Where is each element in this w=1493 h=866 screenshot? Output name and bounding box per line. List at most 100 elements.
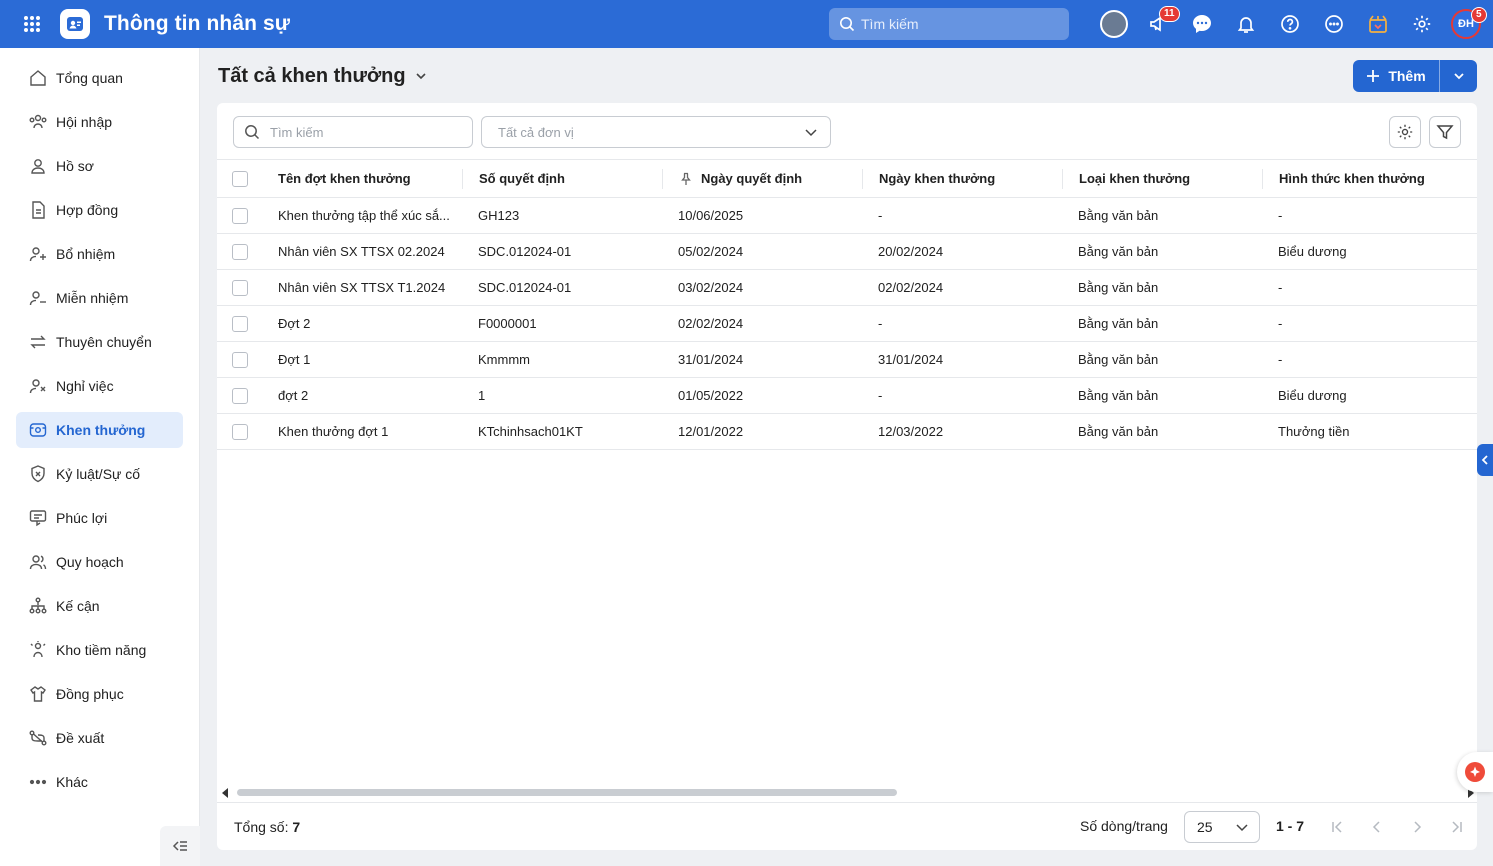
next-page-button[interactable] [1397, 815, 1437, 839]
sidebar-item-6[interactable]: Thuyên chuyển [16, 324, 183, 360]
add-dropdown-button[interactable] [1440, 69, 1477, 83]
column-settings-button[interactable] [1389, 116, 1421, 148]
table-row[interactable]: Khen thưởng đợt 1 KTchinhsach01KT 12/01/20… [217, 413, 1477, 450]
table-row[interactable]: Nhân viên SX TTSX 02.2024 SDC.012024-01 05… [217, 233, 1477, 270]
sidebar-item-14[interactable]: Đồng phục [16, 676, 183, 712]
table-cell: Bằng văn bản [1078, 316, 1159, 331]
horizontal-scrollbar[interactable] [217, 785, 1477, 799]
table-row[interactable]: Đợt 2 F0000001 02/02/2024 - Bằng văn bản - [217, 305, 1477, 342]
table-row[interactable]: đợt 2 1 01/05/2022 - Bằng văn bản Biểu dương [217, 377, 1477, 414]
total-label: Tổng số: [234, 818, 289, 835]
table-cell: Khen thưởng tập thể xúc sắ... [278, 208, 450, 223]
sidebar-item-3[interactable]: Hợp đồng [16, 192, 183, 228]
sidebar-item-label: Kho tiềm năng [56, 642, 147, 658]
table-row[interactable]: Khen thưởng tập thể xúc sắ... GH123 10/06/… [217, 197, 1477, 234]
table-cell: 12/01/2022 [678, 424, 744, 439]
rows-per-page-select[interactable]: 25 [1184, 811, 1260, 843]
table-cell: - [1278, 208, 1283, 223]
table-cell: F0000001 [478, 316, 537, 331]
column-header-reward-type[interactable]: Loại khen thưởng [1062, 168, 1262, 189]
sidebar-item-label: Hợp đồng [56, 202, 119, 218]
talent-icon [28, 640, 48, 660]
column-header-decision-date[interactable]: Ngày quyết định [662, 168, 862, 189]
global-search-input[interactable]: Tìm kiếm [829, 8, 1069, 40]
first-page-button[interactable] [1317, 815, 1357, 839]
sidebar-item-13[interactable]: Kho tiềm năng [16, 632, 183, 668]
row-checkbox[interactable] [232, 315, 248, 332]
table-footer: Tổng số: 7 Số dòng/trang 25 1 - 7 [217, 802, 1477, 850]
reward-icon [28, 420, 48, 440]
row-checkbox[interactable] [232, 387, 248, 404]
user-avatar-button[interactable] [1092, 0, 1136, 48]
expand-right-panel-button[interactable] [1477, 444, 1493, 476]
sidebar-item-11[interactable]: Quy hoạch [16, 544, 183, 580]
settings-button[interactable] [1400, 0, 1444, 48]
page-range: 1 - 7 [1276, 818, 1305, 834]
sidebar-item-10[interactable]: Phúc lợi [16, 500, 183, 536]
chat-button[interactable] [1180, 0, 1224, 48]
sidebar-item-9[interactable]: Kỷ luật/Sự cố [16, 456, 183, 492]
chevron-down-icon [1453, 73, 1464, 80]
row-checkbox[interactable] [232, 243, 248, 260]
sidebar-item-12[interactable]: Kế cận [16, 588, 183, 624]
collapse-sidebar-button[interactable] [160, 826, 200, 866]
route-icon [28, 728, 48, 748]
sidebar-item-1[interactable]: Hội nhập [16, 104, 183, 140]
row-checkbox[interactable] [232, 423, 248, 440]
users-icon [28, 552, 48, 572]
add-button[interactable]: Thêm [1353, 60, 1440, 92]
ai-assistant-button[interactable] [1457, 752, 1493, 792]
sidebar-item-2[interactable]: Hồ sơ [16, 148, 183, 184]
table-cell: 31/01/2024 [878, 352, 944, 367]
table-cell: - [1278, 352, 1283, 367]
column-header-reward-form[interactable]: Hình thức khen thưởng [1262, 168, 1477, 189]
global-search-placeholder: Tìm kiếm [861, 16, 919, 32]
table-cell: KTchinhsach01KT [478, 424, 583, 439]
notifications-button[interactable] [1224, 0, 1268, 48]
table-cell: Khen thưởng đợt 1 [278, 424, 389, 439]
filter-button[interactable] [1429, 116, 1461, 148]
unit-filter-select[interactable]: Tất cả đơn vị [481, 116, 831, 148]
announcements-button[interactable]: 11 [1136, 0, 1180, 48]
row-checkbox[interactable] [232, 207, 248, 224]
sidebar-item-0[interactable]: Tổng quan [16, 60, 183, 96]
help-button[interactable] [1268, 0, 1312, 48]
row-checkbox[interactable] [232, 351, 248, 368]
column-header-decision-number[interactable]: Số quyết định [462, 168, 662, 189]
account-button[interactable]: ĐH 5 [1444, 0, 1488, 48]
last-page-button[interactable] [1437, 815, 1477, 839]
sidebar-item-7[interactable]: Nghỉ việc [16, 368, 183, 404]
row-checkbox[interactable] [232, 279, 248, 296]
page-title-text: Tất cả khen thưởng [218, 64, 406, 87]
more-circle-icon [1325, 15, 1343, 33]
more-apps-button[interactable] [1312, 0, 1356, 48]
select-all-checkbox[interactable] [232, 170, 248, 187]
scroll-left-icon[interactable] [222, 788, 228, 798]
sidebar-item-4[interactable]: Bổ nhiệm [16, 236, 183, 272]
table-row[interactable]: Đợt 1 Kmmmm 31/01/2024 31/01/2024 Bằng văn b… [217, 341, 1477, 378]
sidebar-item-label: Thuyên chuyển [56, 334, 152, 350]
page-title[interactable]: Tất cả khen thưởng [218, 62, 428, 90]
table-cell: 03/02/2024 [678, 280, 744, 295]
sidebar-item-8[interactable]: Khen thưởng [16, 412, 183, 448]
prev-page-button[interactable] [1357, 815, 1397, 839]
sidebar-item-15[interactable]: Đề xuất [16, 720, 183, 756]
announcements-badge: 11 [1159, 6, 1180, 22]
table-row[interactable]: Nhân viên SX TTSX T1.2024 SDC.012024-01 03… [217, 269, 1477, 306]
table-cell: Biểu dương [1278, 244, 1347, 259]
column-header-reward-date[interactable]: Ngày khen thưởng [862, 168, 1062, 189]
sidebar-item-label: Kỷ luật/Sự cố [56, 466, 141, 482]
gear-icon [1397, 124, 1413, 140]
rewards-shortcut-button[interactable] [1356, 0, 1400, 48]
sidebar-item-5[interactable]: Miễn nhiệm [16, 280, 183, 316]
table-cell: SDC.012024-01 [478, 244, 572, 259]
table-search-input[interactable]: Tìm kiếm [233, 116, 473, 148]
column-header-reward-name[interactable]: Tên đợt khen thưởng [262, 169, 462, 189]
more-icon [28, 772, 48, 792]
profile-card-icon [67, 17, 83, 31]
people-join-icon [28, 112, 48, 132]
app-launcher-button[interactable] [0, 0, 64, 48]
sidebar-item-16[interactable]: Khác [16, 764, 183, 800]
account-badge: 5 [1471, 7, 1487, 23]
scrollbar-thumb[interactable] [237, 789, 897, 796]
